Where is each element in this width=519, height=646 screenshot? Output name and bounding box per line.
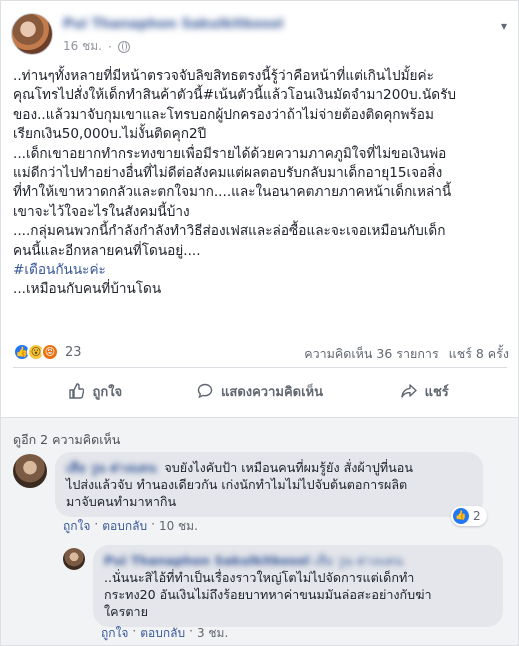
post-line: ...เหมือนกับคนที่บ้านโดน bbox=[13, 281, 162, 298]
comment-like-badge[interactable]: 👍 2 bbox=[451, 506, 487, 526]
reply-like-link[interactable]: ถูกใจ bbox=[101, 624, 128, 643]
angry-icon[interactable]: 😡 bbox=[41, 343, 59, 361]
see-more-comments-link[interactable]: ดูอีก 2 ความคิดเห็น bbox=[13, 430, 120, 450]
post-line: ..ท่านๆทั้งหลายที่มีหน้าตรวจจับลิขสิทธตร… bbox=[13, 68, 434, 84]
reply-reply-link[interactable]: ตอบกลับ bbox=[140, 624, 185, 643]
comment-count[interactable]: ความคิดเห็น 36 รายการ bbox=[304, 344, 438, 364]
comments-section: ดูอีก 2 ความคิดเห็น เสือ วูน ต่างแดน จบย… bbox=[1, 417, 518, 645]
share-button[interactable]: แชร์ bbox=[342, 371, 507, 411]
commenter-name[interactable]: เสือ วูน ต่างแดน bbox=[66, 460, 156, 475]
post-line: ...เด็กเขาอยากทำกระทงขายเพื่อมีรายได้ด้ว… bbox=[13, 145, 447, 162]
comment-icon bbox=[197, 383, 213, 399]
like-button[interactable]: ถูกใจ bbox=[13, 371, 178, 411]
reaction-count[interactable]: 23 bbox=[65, 345, 82, 360]
reply-bubble: Pui Thanaphon Sakulkitkosol เสือ วูน ต่า… bbox=[93, 545, 503, 627]
like-label: ถูกใจ bbox=[92, 384, 123, 400]
divider bbox=[13, 367, 507, 368]
reply-time[interactable]: 3 ชม. bbox=[197, 624, 228, 643]
comment-text: จบยังไงคับป้า เหมือนคนที่ผมรู้ยัง สั่งผ้… bbox=[164, 460, 413, 475]
comment-like-link[interactable]: ถูกใจ bbox=[63, 517, 90, 536]
action-bar: ถูกใจ แสดงความคิดเห็น แชร์ bbox=[13, 371, 507, 411]
post-line: คุณโทรไปสั่งให้เด็กทำสินค้าตัวนี้#เน้นตั… bbox=[13, 87, 456, 104]
comment-text: มาจับคนทำมาหากิน bbox=[66, 494, 177, 509]
comment-button[interactable]: แสดงความคิดเห็น bbox=[178, 371, 343, 411]
comment-text: ไปส่งแล้วจับ ทำนองเดียวกัน เก่งนักทำไมไม… bbox=[66, 477, 408, 492]
reply-author-name[interactable]: Pui Thanaphon Sakulkitkosol bbox=[104, 553, 310, 568]
post-line: เขาจะไว้ใจอะไรในสังคมนี้บ้าง bbox=[13, 203, 190, 220]
post-text: ..ท่านๆทั้งหลายที่มีหน้าตรวจจับลิขสิทธตร… bbox=[13, 67, 513, 300]
comment-bubble: เสือ วูน ต่างแดน จบยังไงคับป้า เหมือนคนท… bbox=[55, 452, 483, 517]
comment-label: แสดงความคิดเห็น bbox=[221, 384, 324, 400]
post-line: คนนี้และอีกหลายคนที่โดนอยู่.... bbox=[13, 242, 201, 259]
share-count[interactable]: แชร์ 8 ครั้ง bbox=[449, 344, 509, 364]
reply-meta: ถูกใจ · ตอบกลับ · 3 ชม. bbox=[101, 624, 228, 643]
author-name[interactable]: Pui Thanaphon Sakulkitkosol bbox=[63, 16, 283, 32]
comment-reply-link[interactable]: ตอบกลับ bbox=[102, 517, 147, 536]
reactions-bar: 👍 😮 😡 23 ความคิดเห็น 36 รายการ แชร์ 8 คร… bbox=[13, 342, 509, 362]
post-header: Pui Thanaphon Sakulkitkosol 16 ชม. · ▾ bbox=[11, 13, 511, 59]
engagement-counts: ความคิดเห็น 36 รายการ แชร์ 8 ครั้ง bbox=[304, 344, 509, 364]
author-avatar[interactable] bbox=[11, 13, 53, 55]
hashtag-link[interactable]: #เตือนกันนะค่ะ bbox=[13, 261, 513, 280]
post-meta: 16 ชม. · bbox=[63, 37, 130, 56]
post-line: ....กลุ่มคนพวกนี้กำลังกำลังทำวิธีส่องเฟส… bbox=[13, 223, 446, 240]
post-line: ของ..แล้วมาจับกุมเขาและโทรบอกผู้ปกครองว่… bbox=[13, 106, 434, 123]
globe-icon bbox=[117, 40, 130, 53]
post-line: ที่ทำให้เขาหวาดกลัวและตกใจมาก....และในอน… bbox=[13, 184, 452, 201]
reply-tag[interactable]: เสือ วูน ต่างแดน bbox=[314, 553, 404, 568]
post-card: Pui Thanaphon Sakulkitkosol 16 ชม. · ▾ .… bbox=[0, 0, 519, 646]
comment-meta: ถูกใจ · ตอบกลับ · 10 ชม. bbox=[63, 517, 198, 536]
share-icon bbox=[400, 384, 417, 398]
post-line: แม่ดีกว่าไปทำอย่างอื่นที่ไม่ดีต่อสังคมแต… bbox=[13, 165, 443, 182]
post-line: เรียกเงิน50,000บ.ไม่งั้นติดคุก2ปี bbox=[13, 126, 207, 143]
like-icon: 👍 bbox=[453, 508, 469, 524]
chevron-down-icon[interactable]: ▾ bbox=[501, 19, 507, 33]
commenter-avatar[interactable] bbox=[13, 454, 47, 488]
reply-text: ..นั่นนะสิไอ้ที่ทำเป็นเรื่องราวใหญ่โตไม่… bbox=[104, 570, 415, 585]
thumbs-up-icon bbox=[69, 383, 85, 399]
comment-time[interactable]: 10 ชม. bbox=[159, 517, 198, 536]
post-time[interactable]: 16 ชม. bbox=[63, 37, 102, 56]
reply-text: กระทง20 อันเงินไม่ถึงร้อยบาทหาค่าขนมมันล… bbox=[104, 587, 432, 602]
comment-like-count: 2 bbox=[473, 509, 481, 523]
reply-text: ใครตาย bbox=[104, 604, 148, 619]
share-label: แชร์ bbox=[424, 384, 449, 400]
reply-avatar[interactable] bbox=[63, 548, 85, 570]
